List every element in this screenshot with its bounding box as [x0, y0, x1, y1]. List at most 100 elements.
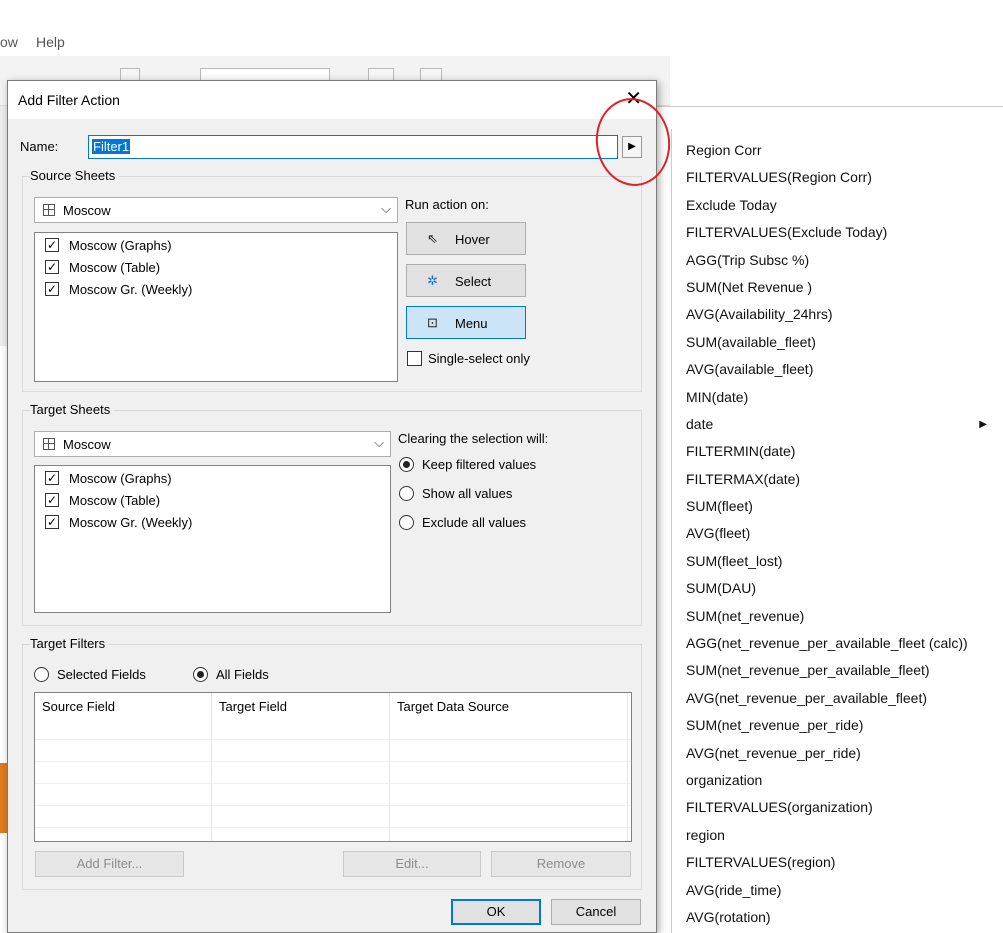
- single-select-checkbox[interactable]: [407, 351, 422, 366]
- menu-item[interactable]: SUM(fleet_lost): [672, 548, 1003, 575]
- exclude-all-label: Exclude all values: [422, 515, 527, 530]
- show-all-radio[interactable]: [399, 486, 414, 501]
- source-combo-value: Moscow: [63, 203, 111, 218]
- row-line: [35, 739, 631, 740]
- menu-item[interactable]: region: [672, 822, 1003, 849]
- select-button-label: Select: [455, 274, 492, 289]
- app-ribbon: [656, 106, 1003, 128]
- exclude-all-radio[interactable]: [399, 515, 414, 530]
- chevron-down-icon: ⌵: [381, 201, 391, 216]
- click-pointer-icon: ✲: [427, 273, 438, 288]
- dialog-titlebar: Add Filter Action ✕: [8, 81, 656, 119]
- name-input[interactable]: Filter1: [88, 135, 618, 159]
- menu-item[interactable]: FILTERVALUES(Region Corr): [672, 164, 1003, 191]
- list-item[interactable]: ✓ Moscow Gr. (Weekly): [35, 279, 397, 301]
- sheet-label: Moscow Gr. (Weekly): [69, 282, 193, 297]
- column-header[interactable]: Target Field: [219, 699, 287, 714]
- target-sheets-label: Target Sheets: [30, 402, 115, 417]
- menu-item[interactable]: AGG(Trip Subsc %): [672, 247, 1003, 274]
- selected-fields-label: Selected Fields: [57, 667, 146, 682]
- list-item[interactable]: ✓ Moscow (Graphs): [35, 468, 390, 490]
- column-header[interactable]: Target Data Source: [397, 699, 509, 714]
- menu-item[interactable]: SUM(net_revenue_per_ride): [672, 712, 1003, 739]
- menu-item[interactable]: FILTERMIN(date): [672, 438, 1003, 465]
- checkbox-checked[interactable]: ✓: [45, 493, 59, 507]
- source-datasource-combo[interactable]: Moscow ⌵: [34, 197, 398, 223]
- list-item[interactable]: ✓ Moscow Gr. (Weekly): [35, 512, 390, 534]
- sheet-label: Moscow Gr. (Weekly): [69, 515, 193, 530]
- list-item[interactable]: ✓ Moscow (Table): [35, 490, 390, 512]
- checkbox-checked[interactable]: ✓: [45, 471, 59, 485]
- submenu-arrow-icon: ▶: [979, 418, 987, 430]
- column-divider: [211, 693, 212, 841]
- sheet-grid-icon: [43, 204, 55, 216]
- target-datasource-combo[interactable]: Moscow ⌵: [34, 431, 391, 457]
- menu-item[interactable]: SUM(net_revenue): [672, 603, 1003, 630]
- menu-item[interactable]: SUM(available_fleet): [672, 329, 1003, 356]
- row-line: [35, 805, 631, 806]
- menu-item[interactable]: FILTERVALUES(organization): [672, 794, 1003, 821]
- column-header[interactable]: Source Field: [42, 699, 115, 714]
- checkbox-checked[interactable]: ✓: [45, 515, 59, 529]
- menu-item[interactable]: FILTERVALUES(region): [672, 849, 1003, 876]
- dialog-title: Add Filter Action: [18, 92, 120, 108]
- clearing-label: Clearing the selection will:: [398, 431, 549, 446]
- ok-button[interactable]: OK: [451, 899, 541, 925]
- menu-top-padding: [672, 129, 1003, 137]
- sheet-label: Moscow (Graphs): [69, 238, 172, 253]
- menu-button[interactable]: ⊡ Menu: [406, 306, 526, 339]
- add-filter-action-dialog: Add Filter Action ✕ Name: Filter1 ▶ Sour…: [7, 80, 657, 933]
- remove-button[interactable]: Remove: [491, 851, 631, 877]
- menu-item[interactable]: AGG(net_revenue_per_available_fleet (cal…: [672, 630, 1003, 657]
- checkbox-checked[interactable]: ✓: [45, 282, 59, 296]
- menu-item[interactable]: Exclude Today: [672, 192, 1003, 219]
- menu-item[interactable]: AVG(available_fleet): [672, 356, 1003, 383]
- menu-button-label: Menu: [455, 316, 488, 331]
- cancel-button[interactable]: Cancel: [551, 899, 641, 925]
- select-button[interactable]: ✲ Select: [406, 264, 526, 297]
- checkbox-checked[interactable]: ✓: [45, 238, 59, 252]
- menu-item[interactable]: MIN(date): [672, 384, 1003, 411]
- menu-item[interactable]: AVG(Availability_24hrs): [672, 301, 1003, 328]
- selected-fields-radio[interactable]: [34, 667, 49, 682]
- target-sheets-list: ✓ Moscow (Graphs) ✓ Moscow (Table) ✓ Moscow…: [34, 465, 391, 613]
- menu-item[interactable]: AVG(ride_time): [672, 877, 1003, 904]
- list-item[interactable]: ✓ Moscow (Table): [35, 257, 397, 279]
- menu-item[interactable]: FILTERVALUES(Exclude Today): [672, 219, 1003, 246]
- row-line: [35, 827, 631, 828]
- target-filters-label: Target Filters: [30, 636, 110, 651]
- field-insert-menu: Region Corr FILTERVALUES(Region Corr) Ex…: [671, 129, 1003, 933]
- menu-item[interactable]: Region Corr: [672, 137, 1003, 164]
- add-filter-button[interactable]: Add Filter...: [35, 851, 184, 877]
- menu-item[interactable]: organization: [672, 767, 1003, 794]
- single-select-label: Single-select only: [428, 351, 530, 366]
- all-fields-radio[interactable]: [193, 667, 208, 682]
- menu-item[interactable]: AVG(rotation): [672, 904, 1003, 931]
- menu-help[interactable]: Help: [36, 34, 65, 50]
- edit-button[interactable]: Edit...: [343, 851, 481, 877]
- hover-button[interactable]: ⇖ Hover: [406, 222, 526, 255]
- filters-table: Source Field Target Field Target Data So…: [34, 692, 632, 842]
- name-label: Name:: [20, 139, 59, 154]
- menu-window[interactable]: ow: [0, 34, 18, 50]
- menu-item[interactable]: FILTERMAX(date): [672, 466, 1003, 493]
- keep-filtered-radio[interactable]: [399, 457, 414, 472]
- target-combo-value: Moscow: [63, 437, 111, 452]
- sheet-label: Moscow (Graphs): [69, 471, 172, 486]
- menu-item[interactable]: AVG(net_revenue_per_ride): [672, 740, 1003, 767]
- menu-item[interactable]: AVG(fleet): [672, 520, 1003, 547]
- list-item[interactable]: ✓ Moscow (Graphs): [35, 235, 397, 257]
- column-divider: [627, 693, 628, 841]
- sheet-grid-icon: [43, 438, 55, 450]
- checkbox-checked[interactable]: ✓: [45, 260, 59, 274]
- menu-item[interactable]: SUM(Net Revenue ): [672, 274, 1003, 301]
- menu-item[interactable]: AVG(net_revenue_per_available_fleet): [672, 685, 1003, 712]
- column-divider: [389, 693, 390, 841]
- show-all-label: Show all values: [422, 486, 513, 501]
- menu-item-date[interactable]: date ▶: [672, 411, 1003, 438]
- menu-item[interactable]: SUM(DAU): [672, 575, 1003, 602]
- menu-item[interactable]: SUM(fleet): [672, 493, 1003, 520]
- pointer-icon: ⇖: [427, 231, 438, 246]
- row-line: [35, 783, 631, 784]
- menu-item[interactable]: SUM(net_revenue_per_available_fleet): [672, 657, 1003, 684]
